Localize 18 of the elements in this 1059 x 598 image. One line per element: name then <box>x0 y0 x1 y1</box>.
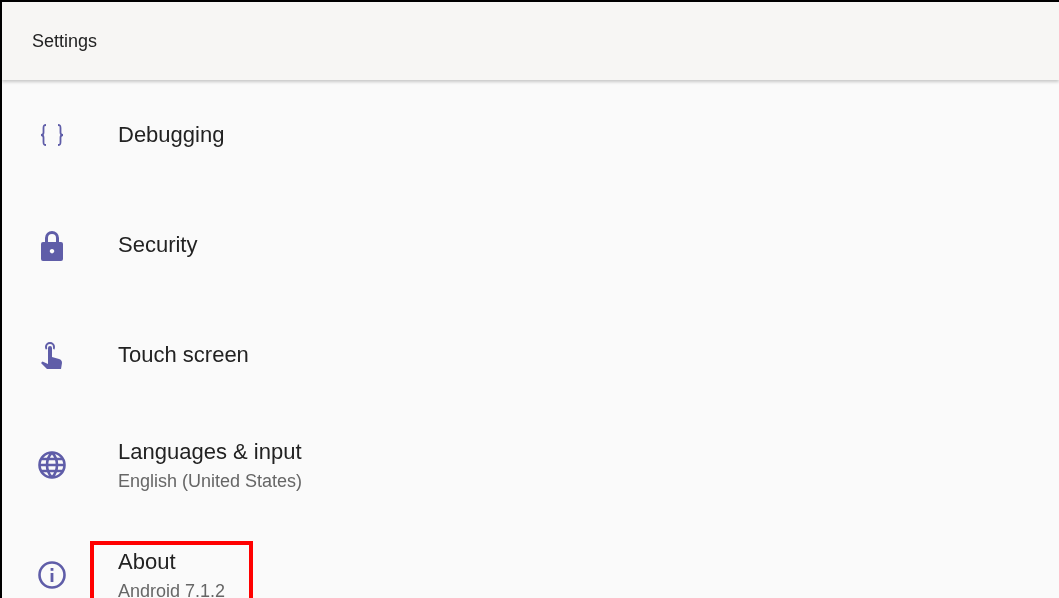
settings-item[interactable]: Security <box>2 190 1059 300</box>
item-title: Security <box>118 232 198 258</box>
settings-item[interactable]: Touch screen <box>2 300 1059 410</box>
info-icon <box>37 560 67 590</box>
item-title: Touch screen <box>118 342 249 368</box>
item-title: Languages & input <box>118 438 303 465</box>
braces-icon <box>40 124 64 146</box>
item-summary: Android 7.1.2 <box>118 580 226 598</box>
screen-title: Settings <box>32 30 98 52</box>
item-summary: English (United States) <box>118 470 303 492</box>
globe-icon <box>37 450 67 480</box>
settings-item[interactable]: Languages & input English (United States) <box>2 410 1059 520</box>
item-title: About <box>118 548 177 575</box>
settings-item[interactable]: About Android 7.1.2 <box>2 520 1059 598</box>
pointing-hand-icon <box>39 339 65 371</box>
item-title: Debugging <box>118 122 225 148</box>
lock-icon <box>39 229 65 261</box>
settings-item[interactable]: Debugging <box>2 80 1059 190</box>
